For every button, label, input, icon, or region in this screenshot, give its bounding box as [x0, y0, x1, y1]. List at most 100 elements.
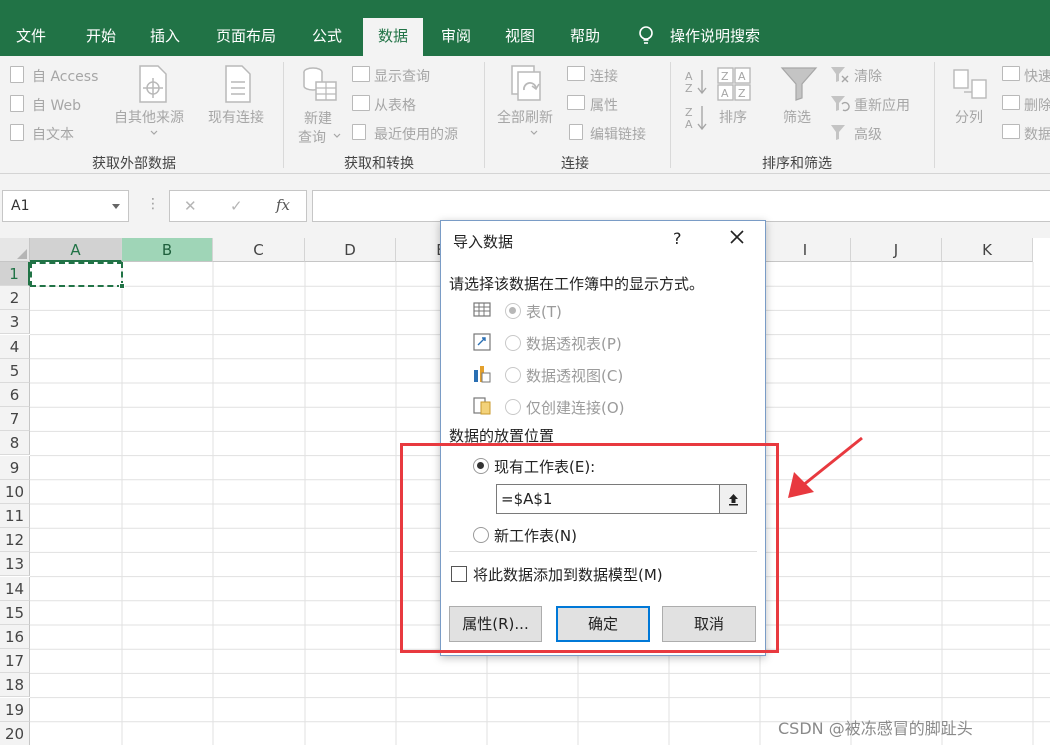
selected-cell-a1[interactable]	[30, 262, 123, 287]
row-header-17[interactable]: 17	[0, 649, 30, 674]
clear-filter-icon	[831, 67, 849, 83]
sort-button[interactable]: 排序	[719, 107, 747, 127]
row-header-1[interactable]: 1	[0, 262, 30, 286]
svg-text:A: A	[685, 118, 693, 130]
column-header-a[interactable]: A	[30, 238, 122, 262]
column-header-b[interactable]: B	[122, 238, 213, 262]
row-header-11[interactable]: 11	[0, 504, 30, 528]
tab-data[interactable]: 数据	[363, 18, 423, 56]
row-header-14[interactable]: 14	[0, 576, 30, 601]
tab-view[interactable]: 视图	[505, 16, 535, 56]
connection-icon	[473, 397, 491, 415]
data-validation-button[interactable]: 数据	[1024, 124, 1050, 144]
tab-home[interactable]: 开始	[86, 16, 116, 56]
insert-function-icon[interactable]: fx	[276, 196, 290, 214]
formula-input[interactable]	[312, 190, 1050, 222]
chevron-down-icon[interactable]	[112, 204, 120, 209]
tell-me-search[interactable]: 操作说明搜索	[670, 16, 760, 56]
row-header-15[interactable]: 15	[0, 600, 30, 625]
advanced-button[interactable]: 高级	[854, 124, 882, 144]
text-file-icon	[10, 124, 24, 141]
row-header-9[interactable]: 9	[0, 455, 30, 480]
recent-sources-button[interactable]: 最近使用的源	[374, 124, 458, 144]
filter-button[interactable]: 筛选	[783, 107, 811, 127]
reapply-icon	[831, 96, 850, 112]
option-label: 表(T)	[526, 303, 562, 321]
tab-formulas[interactable]: 公式	[312, 16, 342, 56]
existing-connections-icon	[225, 65, 251, 103]
chevron-down-icon	[530, 130, 538, 135]
tab-insert[interactable]: 插入	[150, 16, 180, 56]
fill-handle[interactable]	[119, 283, 125, 289]
from-text-button[interactable]: 自文本	[32, 124, 74, 144]
column-header-d[interactable]: D	[305, 238, 396, 262]
option-label: 仅创建连接(O)	[526, 399, 625, 417]
tab-file[interactable]: 文件	[16, 16, 46, 56]
show-queries-button[interactable]: 显示查询	[374, 66, 430, 86]
reapply-button[interactable]: 重新应用	[854, 95, 910, 115]
sort-dialog-icon: Z A A Z	[717, 67, 751, 101]
row-header-4[interactable]: 4	[0, 334, 30, 359]
row-header-10[interactable]: 10	[0, 479, 30, 504]
from-table-button[interactable]: 从表格	[374, 95, 416, 115]
filter-funnel-icon	[780, 67, 818, 101]
select-all-corner[interactable]	[0, 238, 30, 262]
cancel-icon[interactable]: ✕	[184, 197, 197, 215]
close-icon[interactable]	[727, 227, 747, 247]
show-queries-icon	[352, 66, 370, 82]
existing-connections-button[interactable]: 现有连接	[208, 107, 264, 127]
tab-help[interactable]: 帮助	[570, 16, 600, 56]
from-web-button[interactable]: 自 Web	[32, 95, 81, 115]
row-header-19[interactable]: 19	[0, 697, 30, 722]
refresh-all-button[interactable]: 全部刷新	[497, 107, 553, 127]
row-header-5[interactable]: 5	[0, 358, 30, 383]
pivot-table-icon	[473, 333, 491, 351]
tab-review[interactable]: 审阅	[441, 16, 471, 56]
radio-connection-only[interactable]	[505, 399, 521, 415]
radio-pivot-chart[interactable]	[505, 367, 521, 383]
remove-duplicates-button[interactable]: 删除	[1024, 95, 1050, 115]
lightbulb-icon	[639, 26, 653, 44]
row-header-2[interactable]: 2	[0, 286, 30, 311]
svg-text:Z: Z	[721, 70, 729, 83]
other-sources-button[interactable]: 自其他来源	[114, 107, 184, 127]
chevron-down-icon	[150, 130, 158, 135]
enter-icon[interactable]: ✓	[230, 197, 243, 215]
row-header-3[interactable]: 3	[0, 310, 30, 335]
help-button[interactable]: ?	[673, 229, 682, 248]
annotation-arrow-icon	[788, 436, 863, 498]
dialog-prompt: 请选择该数据在工作簿中的显示方式。	[449, 275, 705, 293]
row-header-7[interactable]: 7	[0, 407, 30, 432]
clear-button[interactable]: 清除	[854, 66, 882, 86]
row-header-12[interactable]: 12	[0, 528, 30, 553]
column-header-c[interactable]: C	[213, 238, 305, 262]
text-to-columns-button[interactable]: 分列	[955, 107, 983, 127]
column-header-i[interactable]: I	[760, 238, 851, 262]
name-box-value: A1	[11, 198, 30, 214]
option-label: 数据透视图(C)	[526, 367, 624, 385]
text-to-columns-icon	[953, 69, 987, 99]
row-header-13[interactable]: 13	[0, 552, 30, 577]
row-header-16[interactable]: 16	[0, 625, 30, 649]
drag-handle-icon[interactable]: ⋮	[146, 196, 160, 212]
flash-fill-button[interactable]: 快速	[1024, 66, 1050, 86]
from-access-button[interactable]: 自 Access	[32, 66, 98, 86]
column-header-j[interactable]: J	[851, 238, 942, 262]
svg-text:A: A	[721, 87, 729, 100]
name-box[interactable]: A1	[2, 190, 129, 222]
access-icon	[10, 66, 24, 83]
column-header-k[interactable]: K	[942, 238, 1033, 262]
row-header-20[interactable]: 20	[0, 721, 30, 745]
radio-pivot-table[interactable]	[505, 335, 521, 351]
row-header-6[interactable]: 6	[0, 383, 30, 407]
dialog-title: 导入数据	[453, 233, 514, 251]
properties-button[interactable]: 属性	[590, 95, 618, 115]
row-header-8[interactable]: 8	[0, 431, 30, 456]
edit-links-button[interactable]: 编辑链接	[590, 124, 646, 144]
new-query-dropdown[interactable]: 查询	[298, 127, 326, 147]
new-query-label[interactable]: 新建	[304, 108, 332, 128]
connections-button[interactable]: 连接	[590, 66, 618, 86]
radio-table[interactable]	[505, 303, 521, 319]
tab-page-layout[interactable]: 页面布局	[216, 16, 276, 56]
row-header-18[interactable]: 18	[0, 673, 30, 698]
